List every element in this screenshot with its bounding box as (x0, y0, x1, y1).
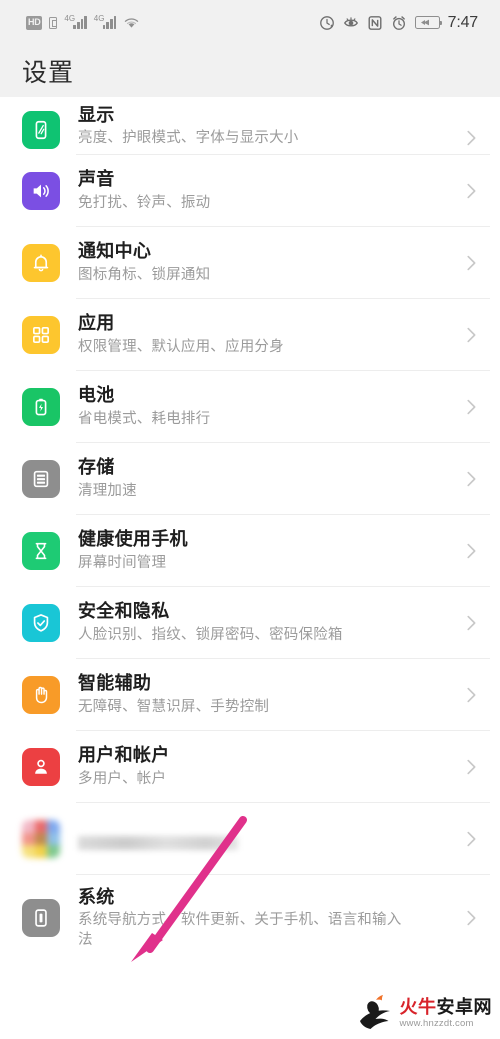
settings-row-digital-wellbeing[interactable]: 健康使用手机 屏幕时间管理 (0, 515, 500, 587)
watermark-logo-icon (359, 995, 390, 1029)
row-subtitle: 亮度、护眼模式、字体与显示大小 (78, 130, 299, 147)
censored-subtitle-placeholder (78, 836, 238, 850)
settings-row-text: 安全和隐私 人脸识别、指纹、锁屏密码、密码保险箱 (78, 600, 452, 645)
hd-volte-icon: HD (26, 15, 43, 30)
page-header: 设置 (0, 45, 500, 97)
apps-grid-icon (22, 316, 60, 354)
chevron-right-icon[interactable] (460, 252, 482, 274)
signal-4g-icon-1: 4G (64, 14, 87, 29)
battery-charge-icon (22, 388, 60, 426)
chevron-right-icon[interactable] (460, 756, 482, 778)
signal-4g-label-1: 4G (64, 14, 76, 23)
row-subtitle: 系统导航方式、软件更新、关于手机、语言和输入法 (78, 912, 402, 948)
signal-4g-label-2: 4G (93, 14, 105, 23)
row-title: 健康使用手机 (78, 529, 188, 550)
settings-row-apps[interactable]: 应用 权限管理、默认应用、应用分身 (0, 299, 500, 371)
row-subtitle: 屏幕时间管理 (78, 554, 167, 571)
chevron-right-icon[interactable] (460, 127, 482, 149)
settings-list[interactable]: 显示 亮度、护眼模式、字体与显示大小 声音 免打扰、铃声、振动 通知中心 图标角… (0, 97, 500, 961)
sim-card-icon (49, 16, 58, 29)
row-subtitle: 多用户、帐户 (78, 770, 167, 787)
settings-row-text: 显示 亮度、护眼模式、字体与显示大小 (78, 104, 452, 149)
status-clock: 7:47 (447, 13, 479, 31)
site-watermark: 火牛安卓网 www.hnzzdt.com (354, 993, 493, 1033)
row-subtitle: 省电模式、耗电排行 (78, 410, 211, 427)
user-account-icon (22, 748, 60, 786)
settings-row-notifications[interactable]: 通知中心 图标角标、锁屏通知 (0, 227, 500, 299)
row-subtitle: 图标角标、锁屏通知 (78, 266, 211, 283)
settings-row-text: 智能辅助 无障碍、智慧识屏、手势控制 (78, 672, 452, 717)
watermark-brand-black: 安卓网 (436, 996, 492, 1017)
chevron-right-icon[interactable] (460, 828, 482, 850)
settings-row-text: 用户和帐户 多用户、帐户 (78, 744, 452, 789)
settings-row-text: 存储 清理加速 (78, 456, 452, 501)
settings-row-text: 应用 权限管理、默认应用、应用分身 (78, 312, 452, 357)
google-services-icon (22, 820, 60, 858)
status-bar-left: HD 4G 4G (26, 14, 140, 30)
row-title: 声音 (78, 169, 115, 190)
row-title: 显示 (78, 104, 115, 125)
row-subtitle: 清理加速 (78, 482, 137, 499)
row-subtitle: 无障碍、智慧识屏、手势控制 (78, 698, 270, 715)
sound-icon (22, 172, 60, 210)
chevron-right-icon[interactable] (460, 180, 482, 202)
data-saver-icon (319, 15, 335, 31)
settings-row-text: 通知中心 图标角标、锁屏通知 (78, 240, 452, 285)
hourglass-icon (22, 532, 60, 570)
watermark-brand: 火牛安卓网 (400, 998, 493, 1016)
row-title: 应用 (78, 313, 115, 334)
settings-row-users-accounts[interactable]: 用户和帐户 多用户、帐户 (0, 731, 500, 803)
chevron-right-icon[interactable] (460, 468, 482, 490)
phone-screen: HD 4G 4G 7:47 设置 显示 亮度、护眼模式、字体与显示大小 声音 免… (0, 0, 500, 1039)
settings-row-system[interactable]: 系统 系统导航方式、软件更新、关于手机、语言和输入法 (0, 875, 500, 961)
settings-row-text: 健康使用手机 屏幕时间管理 (78, 528, 452, 573)
row-title: 电池 (78, 385, 115, 406)
alarm-icon (391, 15, 407, 31)
settings-row-censored[interactable] (0, 803, 500, 875)
settings-row-display[interactable]: 显示 亮度、护眼模式、字体与显示大小 (0, 97, 500, 155)
eye-comfort-icon (343, 15, 359, 31)
chevron-right-icon[interactable] (460, 684, 482, 706)
storage-icon (22, 460, 60, 498)
row-title: 存储 (78, 457, 115, 478)
system-info-icon (22, 899, 60, 937)
wifi-icon (123, 16, 140, 29)
page-title: 设置 (22, 59, 75, 87)
settings-row-sound[interactable]: 声音 免打扰、铃声、振动 (0, 155, 500, 227)
row-title: 用户和帐户 (78, 745, 170, 766)
row-subtitle: 权限管理、默认应用、应用分身 (78, 338, 284, 355)
chevron-right-icon[interactable] (460, 324, 482, 346)
row-title: 智能辅助 (78, 673, 152, 694)
settings-row-text: 电池 省电模式、耗电排行 (78, 384, 452, 429)
settings-row-text: 声音 免打扰、铃声、振动 (78, 168, 452, 213)
chevron-right-icon[interactable] (460, 907, 482, 929)
watermark-brand-red: 火牛 (399, 996, 437, 1017)
row-subtitle: 免打扰、铃声、振动 (78, 194, 211, 211)
chevron-right-icon[interactable] (460, 540, 482, 562)
chevron-right-icon[interactable] (460, 396, 482, 418)
shield-check-icon (22, 604, 60, 642)
settings-row-text (78, 828, 452, 850)
status-bar-right: 7:47 (319, 14, 484, 32)
display-icon (22, 111, 60, 149)
status-bar: HD 4G 4G 7:47 (0, 0, 500, 45)
battery-icon (414, 16, 443, 29)
signal-4g-icon-2: 4G (93, 14, 117, 29)
watermark-url: www.hnzzdt.com (399, 1017, 474, 1029)
settings-row-battery[interactable]: 电池 省电模式、耗电排行 (0, 371, 500, 443)
notification-bell-icon (22, 244, 60, 282)
nfc-icon (367, 15, 383, 31)
watermark-text: 火牛安卓网 www.hnzzdt.com (400, 998, 493, 1029)
row-title: 系统 (78, 886, 115, 907)
chevron-right-icon[interactable] (460, 612, 482, 634)
hand-icon (22, 676, 60, 714)
settings-row-security-privacy[interactable]: 安全和隐私 人脸识别、指纹、锁屏密码、密码保险箱 (0, 587, 500, 659)
settings-row-storage[interactable]: 存储 清理加速 (0, 443, 500, 515)
row-title: 安全和隐私 (78, 601, 170, 622)
row-title: 通知中心 (78, 241, 152, 262)
settings-row-text: 系统 系统导航方式、软件更新、关于手机、语言和输入法 (78, 886, 452, 951)
settings-row-smart-assistance[interactable]: 智能辅助 无障碍、智慧识屏、手势控制 (0, 659, 500, 731)
row-subtitle: 人脸识别、指纹、锁屏密码、密码保险箱 (78, 626, 343, 643)
